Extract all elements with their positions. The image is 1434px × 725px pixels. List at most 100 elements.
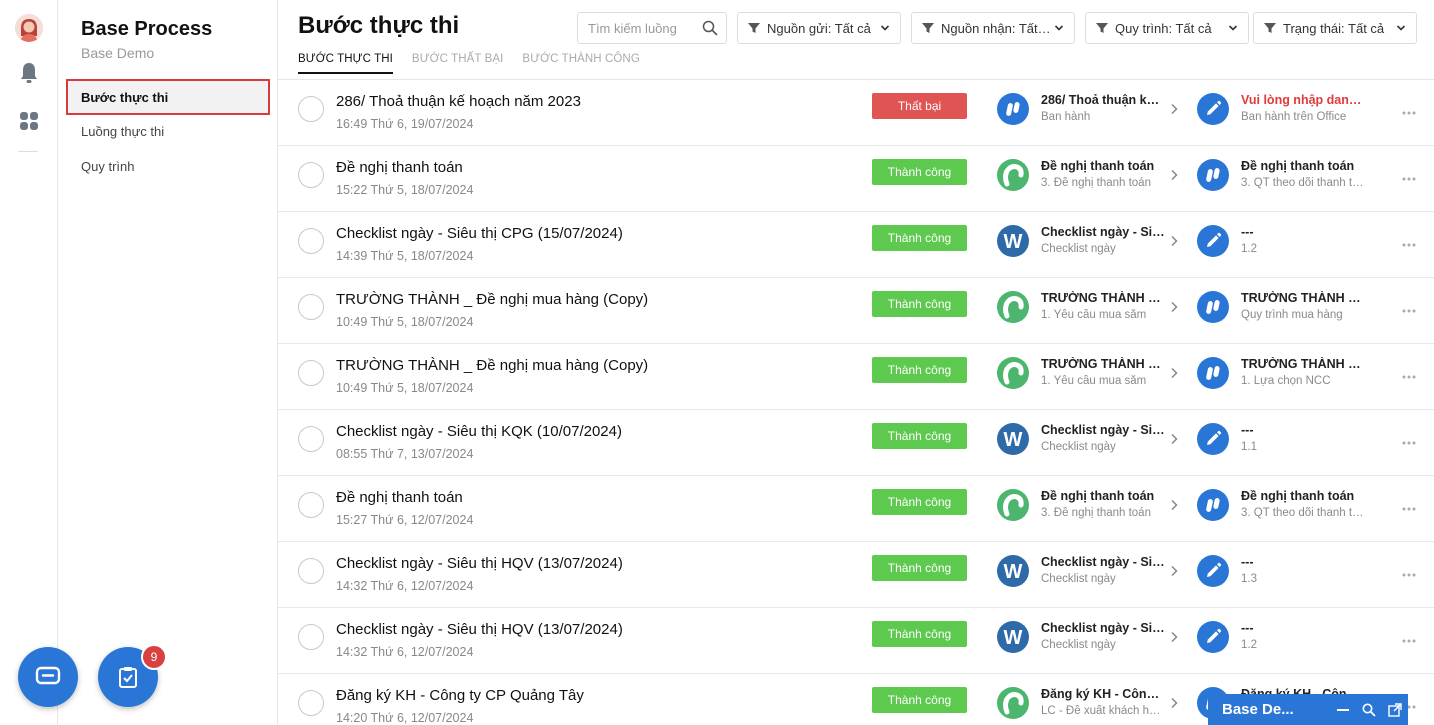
tab-buoc-thuc-thi[interactable]: BƯỚC THỰC THI — [298, 52, 393, 74]
open-external-icon[interactable] — [1382, 702, 1408, 717]
svg-text:W: W — [1004, 429, 1023, 451]
list-item[interactable]: Checklist ngày - Siêu thị KQK (10/07/202… — [278, 410, 1434, 476]
chevron-right-icon — [1170, 234, 1178, 252]
app-subtitle: Base Demo — [81, 45, 155, 61]
chevron-down-icon — [880, 25, 890, 31]
filter-process-label: Quy trình: Tất cả — [1115, 20, 1212, 36]
row-checkbox[interactable] — [298, 558, 324, 584]
row-timestamp: 14:20 Thứ 6, 12/07/2024 — [336, 711, 474, 725]
app-rail — [0, 0, 58, 725]
chevron-down-icon — [1396, 25, 1406, 31]
base-app-icon — [997, 93, 1029, 125]
more-options-icon[interactable] — [1402, 564, 1416, 582]
sidebar-item-luong-thuc-thi[interactable]: Luồng thực thi — [68, 115, 268, 147]
search-icon[interactable] — [702, 20, 718, 41]
chevron-right-icon — [1170, 432, 1178, 450]
filter-icon — [1264, 23, 1276, 33]
target-subtitle: 1.3 — [1241, 573, 1257, 585]
status-badge: Thành công — [872, 291, 967, 317]
source-subtitle: Checklist ngày — [1041, 573, 1116, 585]
row-checkbox[interactable] — [298, 492, 324, 518]
sidebar-item-quy-trinh[interactable]: Quy trình — [68, 150, 268, 182]
filter-icon — [922, 23, 934, 33]
minimize-icon[interactable] — [1330, 708, 1356, 712]
target-title: TRƯỜNG THÀNH _ Đề nghị — [1241, 357, 1366, 371]
target-title: --- — [1241, 621, 1254, 635]
wework-icon: W — [997, 225, 1029, 257]
more-options-icon[interactable] — [1402, 168, 1416, 186]
bell-icon[interactable] — [17, 61, 41, 85]
source-title: Checklist ngày - Siêu thị HQV — [1041, 555, 1166, 569]
target-subtitle: Quy trình mua hàng — [1241, 309, 1343, 321]
source-subtitle: LC - Đề xuất khách hàng — [1041, 705, 1166, 717]
row-timestamp: 15:27 Thứ 6, 12/07/2024 — [336, 513, 474, 527]
row-checkbox[interactable] — [298, 228, 324, 254]
source-title: Checklist ngày - Siêu thị CPG — [1041, 225, 1166, 239]
more-options-icon[interactable] — [1402, 498, 1416, 516]
search-input[interactable] — [588, 13, 703, 43]
target-subtitle: 1. Lựa chọn NCC — [1241, 375, 1331, 387]
apps-grid-icon[interactable] — [17, 109, 41, 133]
row-timestamp: 10:49 Thứ 5, 18/07/2024 — [336, 381, 474, 395]
list-item[interactable]: Đề nghị thanh toán 15:27 Thứ 6, 12/07/20… — [278, 476, 1434, 542]
base-workflow-icon — [997, 489, 1029, 521]
list-item[interactable]: 286/ Thoả thuận kế hoạch năm 2023 16:49 … — [278, 80, 1434, 146]
sidebar: Base Process Base Demo Bước thực thi Luồ… — [58, 0, 278, 725]
app-title: Base Process — [81, 18, 213, 40]
row-timestamp: 10:49 Thứ 5, 18/07/2024 — [336, 315, 474, 329]
filter-source[interactable]: Nguồn gửi: Tất cả — [737, 12, 901, 44]
filter-target[interactable]: Nguồn nhận: Tất cả — [911, 12, 1075, 44]
row-checkbox[interactable] — [298, 690, 324, 716]
edit-icon — [1197, 225, 1229, 257]
sidebar-item-buoc-thuc-thi[interactable]: Bước thực thi — [66, 79, 270, 115]
row-checkbox[interactable] — [298, 360, 324, 386]
more-options-icon[interactable] — [1402, 432, 1416, 450]
source-title: Checklist ngày - Siêu thị KQK — [1041, 423, 1166, 437]
edit-icon — [1197, 555, 1229, 587]
filter-process[interactable]: Quy trình: Tất cả — [1085, 12, 1249, 44]
target-title: TRƯỜNG THÀNH _ Đề nghị — [1241, 291, 1366, 305]
row-checkbox[interactable] — [298, 294, 324, 320]
rail-divider — [18, 151, 38, 152]
mini-chat-window[interactable]: Base De... — [1208, 694, 1408, 725]
list-item[interactable]: Checklist ngày - Siêu thị HQV (13/07/202… — [278, 608, 1434, 674]
source-title: 286/ Thoả thuận kế hoạch năm 2023 — [1041, 93, 1166, 107]
list-item[interactable]: TRƯỜNG THÀNH _ Đề nghị mua hàng (Copy) 1… — [278, 278, 1434, 344]
filter-status-label: Trạng thái: Tất cả — [1283, 20, 1385, 36]
row-title: 286/ Thoả thuận kế hoạch năm 2023 — [336, 93, 581, 110]
tab-buoc-that-bai[interactable]: BƯỚC THẤT BẠI — [412, 52, 504, 74]
row-checkbox[interactable] — [298, 624, 324, 650]
status-badge: Thành công — [872, 225, 967, 251]
avatar[interactable] — [15, 14, 43, 42]
task-count-badge: 9 — [141, 644, 167, 670]
status-badge: Thành công — [872, 357, 967, 383]
more-options-icon[interactable] — [1402, 366, 1416, 384]
more-options-icon[interactable] — [1402, 300, 1416, 318]
filter-status[interactable]: Trạng thái: Tất cả — [1253, 12, 1417, 44]
chevron-right-icon — [1170, 564, 1178, 582]
wework-icon: W — [997, 555, 1029, 587]
row-checkbox[interactable] — [298, 96, 324, 122]
tab-buoc-thanh-cong[interactable]: BƯỚC THÀNH CÔNG — [522, 52, 639, 74]
more-options-icon[interactable] — [1402, 630, 1416, 648]
chat-button[interactable] — [18, 647, 78, 707]
list-item[interactable]: Checklist ngày - Siêu thị CPG (15/07/202… — [278, 212, 1434, 278]
list-item[interactable]: TRƯỜNG THÀNH _ Đề nghị mua hàng (Copy) 1… — [278, 344, 1434, 410]
row-title: Checklist ngày - Siêu thị HQV (13/07/202… — [336, 555, 623, 572]
more-options-icon[interactable] — [1402, 234, 1416, 252]
chevron-down-icon — [1228, 25, 1238, 31]
target-subtitle: 1.2 — [1241, 243, 1257, 255]
more-options-icon[interactable] — [1402, 102, 1416, 120]
edit-icon — [1197, 93, 1229, 125]
wework-icon: W — [997, 423, 1029, 455]
row-title: Checklist ngày - Siêu thị KQK (10/07/202… — [336, 423, 622, 440]
row-checkbox[interactable] — [298, 426, 324, 452]
list-item[interactable]: Đề nghị thanh toán 15:22 Thứ 5, 18/07/20… — [278, 146, 1434, 212]
filter-source-label: Nguồn gửi: Tất cả — [767, 20, 871, 36]
base-workflow-icon — [997, 687, 1029, 719]
list-item[interactable]: Checklist ngày - Siêu thị HQV (13/07/202… — [278, 542, 1434, 608]
source-subtitle: 3. Đề nghị thanh toán — [1041, 507, 1151, 519]
chevron-right-icon — [1170, 366, 1178, 384]
row-checkbox[interactable] — [298, 162, 324, 188]
search-icon[interactable] — [1356, 703, 1382, 717]
